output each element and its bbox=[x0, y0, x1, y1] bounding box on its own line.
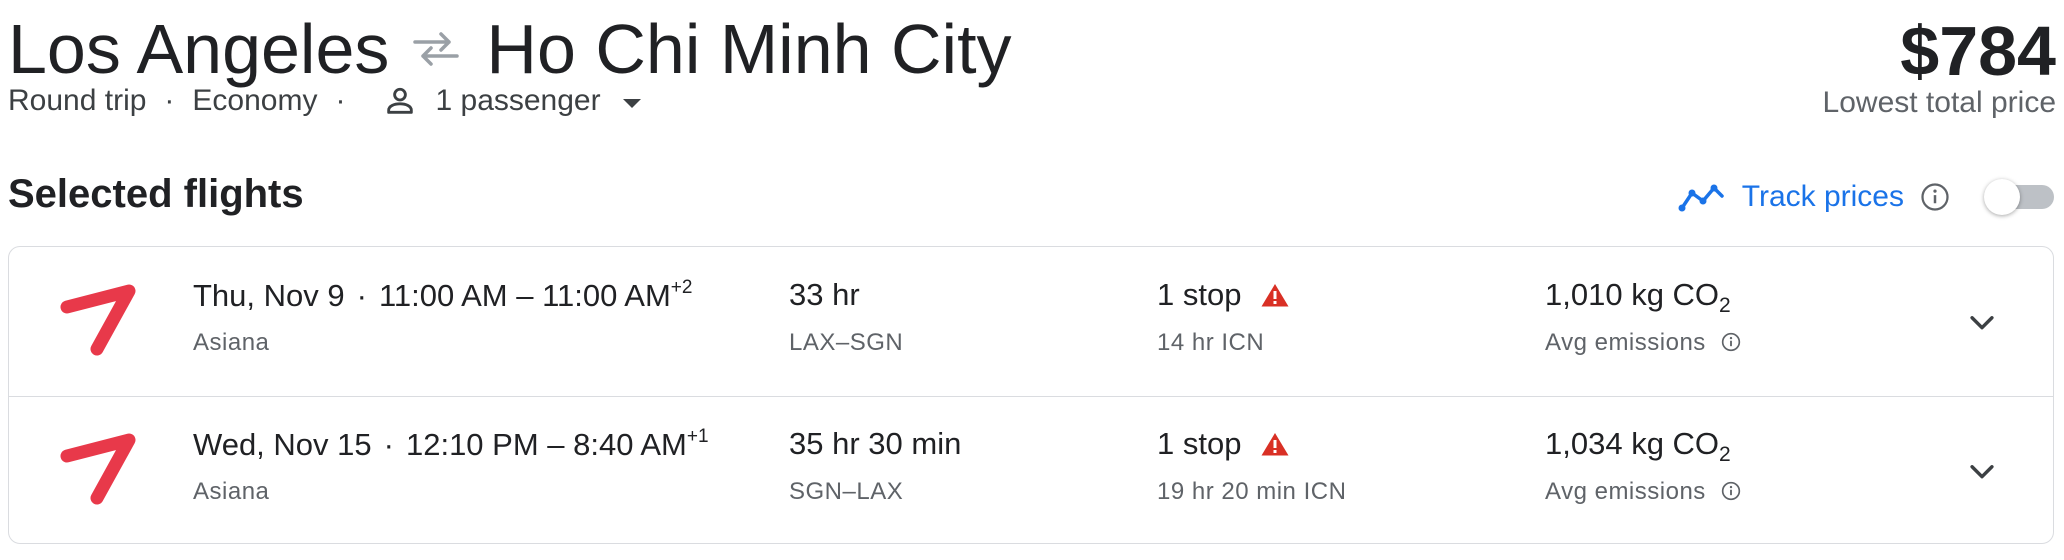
emissions-value: 1,034 kg CO bbox=[1545, 426, 1720, 461]
flight-times: Thu, Nov 9 · 11:00 AM – 11:00 AM+2 bbox=[193, 277, 693, 313]
separator-dot: · bbox=[335, 84, 346, 117]
emissions: 1,034 kg CO2 bbox=[1545, 426, 1731, 467]
origin-city: Los Angeles bbox=[8, 10, 390, 88]
track-prices: Track prices bbox=[1678, 178, 2056, 216]
airline-name: Asiana bbox=[193, 478, 270, 505]
passenger-count: 1 passenger bbox=[435, 84, 601, 117]
airline-name: Asiana bbox=[193, 329, 270, 356]
day-offset: +1 bbox=[686, 426, 709, 447]
emissions: 1,010 kg CO2 bbox=[1545, 277, 1731, 318]
layover: 19 hr 20 min ICN bbox=[1157, 478, 1347, 505]
stops: 1 stop bbox=[1157, 426, 1290, 462]
info-icon[interactable] bbox=[1721, 332, 1741, 352]
flight-route: SGN–LAX bbox=[789, 478, 904, 505]
trip-options: Round trip · Economy · 1 passenger bbox=[8, 84, 641, 118]
track-prices-label[interactable]: Track prices bbox=[1742, 180, 1904, 214]
chevron-down-icon[interactable] bbox=[1965, 305, 1999, 339]
flight-date: Thu, Nov 9 bbox=[193, 278, 345, 313]
airline-logo-icon bbox=[60, 433, 136, 505]
flight-row[interactable]: Thu, Nov 9 · 11:00 AM – 11:00 AM+2 Asiana … bbox=[9, 247, 2053, 397]
warning-icon bbox=[1261, 433, 1289, 456]
info-icon[interactable] bbox=[1721, 481, 1741, 501]
chevron-down-icon[interactable] bbox=[1965, 454, 1999, 488]
selected-flights-card: Thu, Nov 9 · 11:00 AM – 11:00 AM+2 Asiana … bbox=[8, 246, 2054, 544]
flight-row[interactable]: Wed, Nov 15 · 12:10 PM – 8:40 AM+1 Asiana … bbox=[9, 396, 2053, 545]
separator-dot: · bbox=[356, 278, 367, 313]
day-offset: +2 bbox=[670, 277, 693, 298]
emissions-subscript: 2 bbox=[1719, 443, 1731, 466]
warning-icon bbox=[1261, 284, 1289, 307]
emissions-label-row: Avg emissions bbox=[1545, 329, 1741, 357]
caret-down-icon bbox=[622, 98, 641, 108]
passenger-selector[interactable]: 1 passenger bbox=[363, 84, 641, 118]
total-price: $784 bbox=[1900, 12, 2056, 90]
emissions-label: Avg emissions bbox=[1545, 329, 1706, 356]
person-icon bbox=[387, 87, 414, 114]
arrive-time: 8:40 AM bbox=[573, 427, 687, 462]
flight-date: Wed, Nov 15 bbox=[193, 427, 372, 462]
track-prices-toggle[interactable] bbox=[1984, 179, 2056, 215]
trip-type: Round trip bbox=[8, 84, 147, 117]
toggle-knob bbox=[1984, 179, 2020, 215]
flight-route: LAX–SGN bbox=[789, 329, 904, 356]
arrive-time: 11:00 AM bbox=[542, 278, 671, 313]
section-title: Selected flights bbox=[8, 172, 304, 216]
route-title: Los Angeles Ho Chi Minh City bbox=[8, 6, 1012, 92]
layover: 14 hr ICN bbox=[1157, 329, 1265, 356]
separator-dot: · bbox=[164, 84, 175, 117]
stop-count: 1 stop bbox=[1157, 277, 1242, 312]
emissions-label: Avg emissions bbox=[1545, 478, 1706, 505]
destination-city: Ho Chi Minh City bbox=[486, 10, 1012, 88]
flight-times: Wed, Nov 15 · 12:10 PM – 8:40 AM+1 bbox=[193, 426, 709, 462]
separator-dot: · bbox=[383, 427, 394, 462]
price-label: Lowest total price bbox=[1822, 86, 2056, 119]
depart-time: 12:10 PM bbox=[405, 427, 539, 462]
emissions-subscript: 2 bbox=[1719, 294, 1731, 317]
swap-arrows-icon bbox=[413, 32, 460, 66]
emissions-value: 1,010 kg CO bbox=[1545, 277, 1720, 312]
trend-line-icon bbox=[1678, 184, 1724, 212]
stops: 1 stop bbox=[1157, 277, 1290, 313]
stop-count: 1 stop bbox=[1157, 426, 1242, 461]
depart-time: 11:00 AM bbox=[378, 278, 508, 313]
flight-duration: 33 hr bbox=[789, 277, 860, 312]
info-icon[interactable] bbox=[1920, 182, 1950, 212]
emissions-label-row: Avg emissions bbox=[1545, 478, 1741, 506]
flight-duration: 35 hr 30 min bbox=[789, 426, 962, 461]
cabin-class: Economy bbox=[192, 84, 318, 117]
airline-logo-icon bbox=[60, 284, 136, 356]
